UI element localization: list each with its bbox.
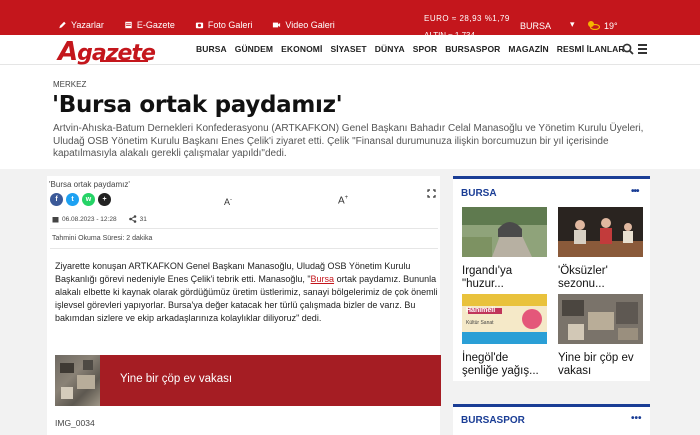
news-title: İnegöl'de şenliğe yağış...: [462, 352, 539, 377]
pen-icon: [59, 21, 66, 29]
font-increase-sign: +: [344, 195, 349, 201]
sun-cloud-icon: [588, 21, 600, 30]
bursa-tag-link[interactable]: Bursa: [311, 274, 335, 284]
menu-item-magazin[interactable]: MAGAZİN: [508, 44, 548, 54]
more-icon[interactable]: •••: [631, 413, 642, 424]
menu-item-dunya[interactable]: DÜNYA: [375, 44, 405, 54]
related-article-title: Yine bir çöp ev vakası: [120, 373, 233, 385]
menu-item-bursa[interactable]: BURSA: [196, 44, 227, 54]
logo-underline: [100, 60, 148, 62]
temperature: 19°: [604, 21, 618, 31]
sidebar-heading[interactable]: BURSASPOR: [461, 415, 525, 426]
sidebar-bursa: BURSA ••• Irgandı'ya "huzur... 'Öksüzler…: [453, 176, 650, 381]
read-time: Tahmini Okuma Süresi: 2 dakika: [52, 235, 153, 242]
logo-text: gazete: [77, 41, 156, 66]
sidebar-news-item[interactable]: 'Öksüzler' sezonu...: [558, 207, 643, 291]
logo-initial: A: [58, 37, 78, 67]
twitter-share-button[interactable]: t: [66, 193, 79, 206]
page-title: 'Bursa ortak paydamız': [52, 92, 343, 118]
search-icon[interactable]: [622, 43, 634, 55]
share-count: 31: [139, 215, 147, 223]
top-link-foto-galeri[interactable]: Foto Galeri: [195, 20, 253, 30]
sidebar-news-item[interactable]: Hanımeli Kültür Sanat İnegöl'de şenliğe …: [462, 294, 547, 378]
news-thumbnail: [558, 294, 643, 344]
article-date: 06.08.2023 - 12:28: [62, 215, 117, 223]
whatsapp-share-button[interactable]: w: [82, 193, 95, 206]
chevron-down-icon[interactable]: ▾: [570, 19, 575, 30]
menu-item-gundem[interactable]: GÜNDEM: [235, 44, 273, 54]
share-icon: [128, 215, 136, 223]
top-link-egazete[interactable]: E-Gazete: [124, 20, 175, 30]
divider: [50, 248, 438, 249]
sidebar-heading[interactable]: BURSA: [461, 188, 497, 199]
city-select[interactable]: BURSA: [520, 21, 551, 31]
camera-icon: [195, 22, 203, 29]
main-nav: Agazete BURSA GÜNDEM EKONOMİ SİYASET DÜN…: [0, 35, 700, 67]
menu-icon[interactable]: [638, 44, 647, 56]
sidebar-news-item[interactable]: Yine bir çöp ev vakası: [558, 294, 643, 378]
banner-text: Hanımeli: [466, 307, 496, 314]
newspaper-icon: [125, 21, 132, 29]
divider: [50, 228, 438, 229]
facebook-share-button[interactable]: f: [50, 193, 63, 206]
top-link-label: Video Galeri: [285, 20, 335, 30]
top-link-yazarlar[interactable]: Yazarlar: [58, 20, 104, 30]
site-logo[interactable]: Agazete: [58, 37, 156, 67]
sidebar-news-item[interactable]: Irgandı'ya "huzur...: [462, 207, 547, 291]
font-decrease-sign: -: [230, 197, 233, 203]
currency-ticker: EURO ≈ 28,93 %1,79: [424, 14, 510, 23]
calendar-icon: [52, 216, 59, 222]
article-body: Ziyarette konuşan ARTKAFKON Genel Başkan…: [55, 260, 438, 325]
top-link-video-galeri[interactable]: Video Galeri: [272, 20, 335, 30]
banner-subtext: Kültür Sanat: [466, 320, 494, 326]
image-caption: IMG_0034: [55, 418, 95, 428]
expand-icon[interactable]: [427, 189, 436, 198]
news-title: Irgandı'ya "huzur...: [462, 265, 513, 290]
menu-item-spor[interactable]: SPOR: [413, 44, 438, 54]
article-category[interactable]: MERKEZ: [53, 80, 86, 89]
menu-item-ekonomi[interactable]: EKONOMİ: [281, 44, 322, 54]
article-card: 'Bursa ortak paydamız' f t w + A- A+ 06.…: [47, 176, 441, 435]
article-lead: Artvin-Ahıska-Batum Dernekleri Konfedera…: [53, 123, 644, 159]
article-card-title: 'Bursa ortak paydamız': [49, 180, 130, 189]
top-link-label: Yazarlar: [71, 20, 104, 30]
top-link-label: E-Gazete: [136, 20, 175, 30]
related-article-thumbnail: [55, 355, 100, 406]
more-share-button[interactable]: +: [98, 193, 111, 206]
main-menu: BURSA GÜNDEM EKONOMİ SİYASET DÜNYA SPOR …: [196, 44, 625, 54]
top-links: Yazarlar E-Gazete Foto Galeri Video Gale…: [58, 20, 335, 30]
news-title: 'Öksüzler' sezonu...: [558, 265, 608, 290]
news-thumbnail: [462, 207, 547, 257]
news-thumbnail: [558, 207, 643, 257]
font-increase-button[interactable]: A+: [338, 195, 348, 206]
font-decrease-button[interactable]: A-: [224, 197, 232, 207]
menu-item-resmi-ilanlar[interactable]: RESMİ İLANLAR: [557, 44, 625, 54]
video-icon: [273, 22, 281, 28]
top-link-label: Foto Galeri: [207, 20, 253, 30]
related-article-banner[interactable]: Yine bir çöp ev vakası: [55, 355, 441, 406]
more-icon[interactable]: •••: [631, 186, 639, 197]
news-title: Yine bir çöp ev vakası: [558, 352, 634, 377]
menu-item-siyaset[interactable]: SİYASET: [330, 44, 366, 54]
news-thumbnail: [462, 294, 547, 344]
top-bar: Yazarlar E-Gazete Foto Galeri Video Gale…: [0, 0, 700, 40]
article-header: MERKEZ 'Bursa ortak paydamız' Artvin-Ahı…: [0, 66, 700, 169]
menu-item-bursaspor[interactable]: BURSASPOR: [445, 44, 500, 54]
share-buttons: f t w +: [50, 193, 111, 206]
sidebar-bursaspor: BURSASPOR •••: [453, 404, 650, 435]
article-meta: 06.08.2023 - 12:28 31: [52, 215, 147, 223]
font-increase-label: A: [338, 195, 345, 207]
